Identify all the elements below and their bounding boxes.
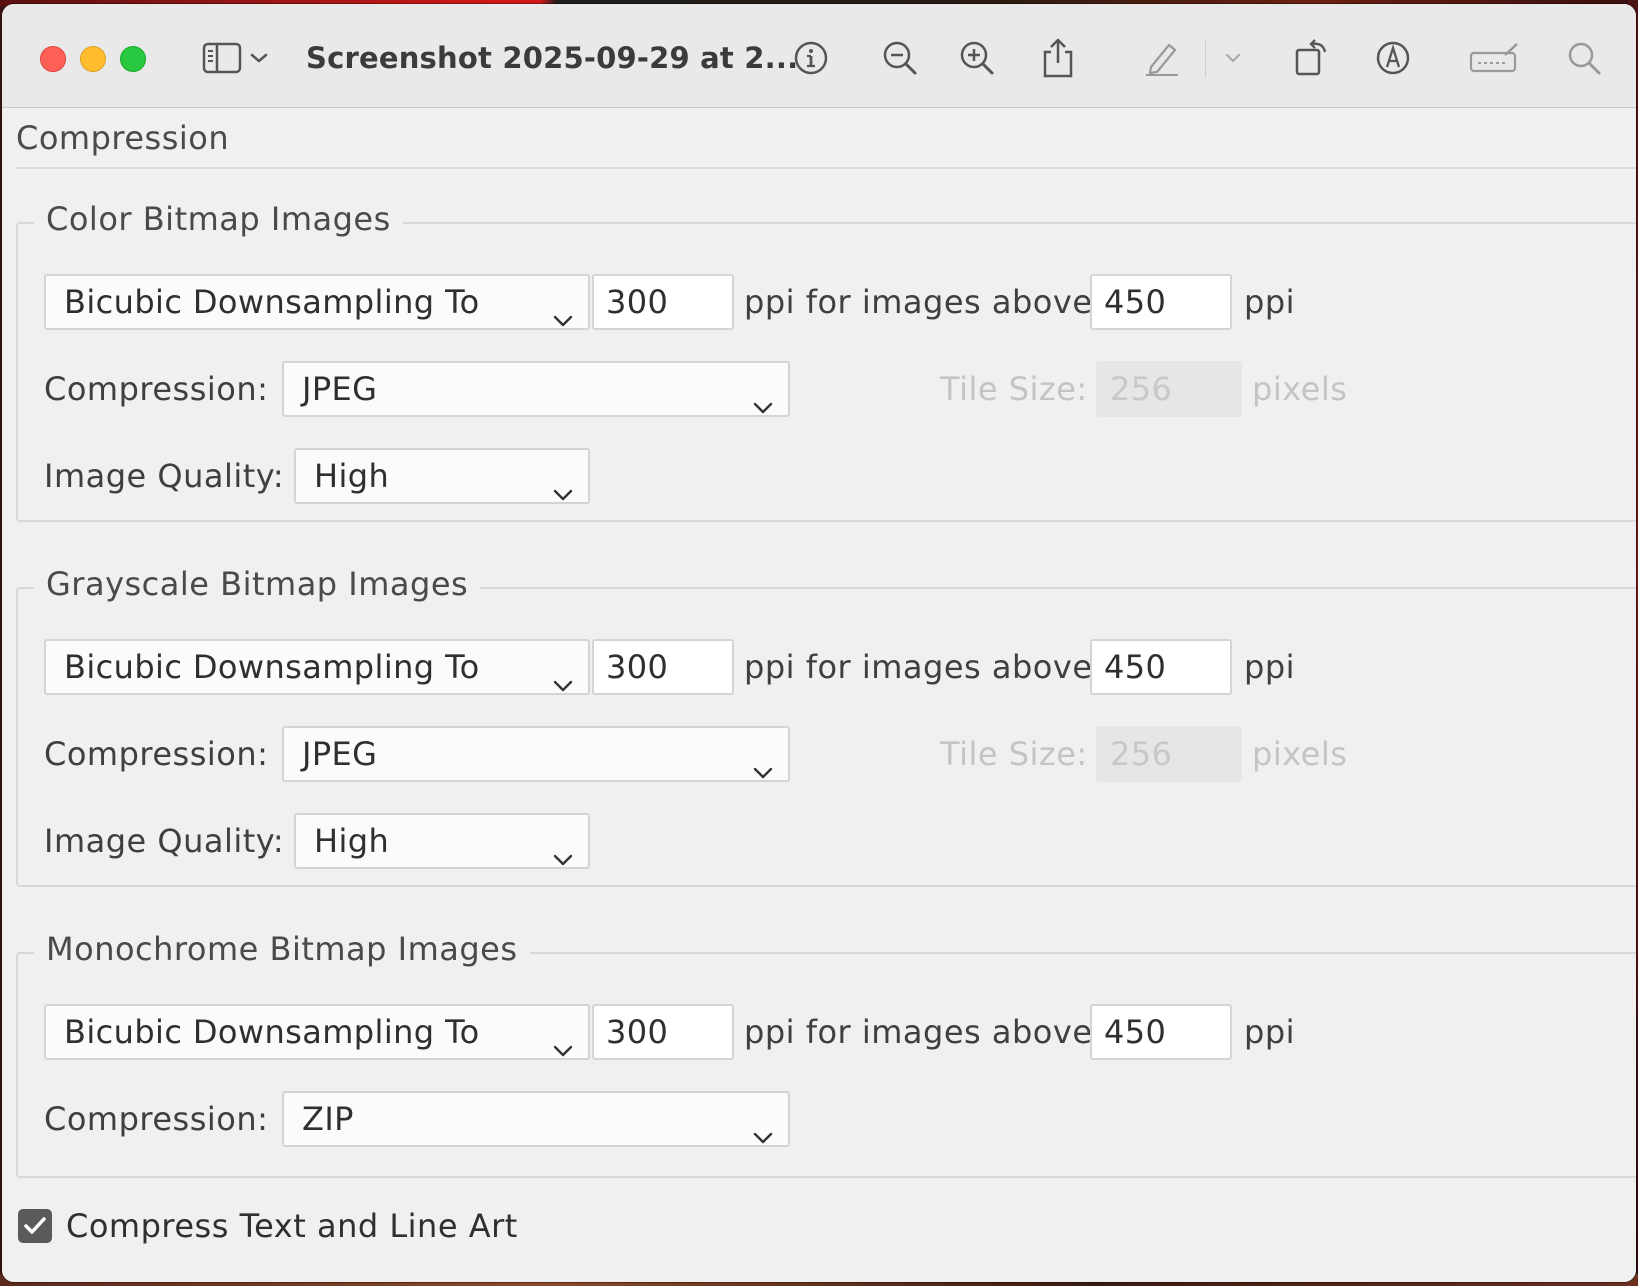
ppi-unit-label: ppi xyxy=(1244,283,1296,321)
ppi-unit-label: ppi xyxy=(1244,648,1296,686)
zoom-out-icon[interactable] xyxy=(876,34,924,82)
title-bar: Screenshot 2025-09-29 at 2... xyxy=(2,4,1636,108)
downsampling-select[interactable]: Bicubic Downsampling To xyxy=(44,1004,590,1060)
ppi-unit-label: ppi xyxy=(1244,1013,1296,1051)
search-icon[interactable] xyxy=(1560,34,1608,82)
group-title: Monochrome Bitmap Images xyxy=(34,930,530,968)
document-title[interactable]: Screenshot 2025-09-29 at 2... xyxy=(306,38,798,78)
compression-value: JPEG xyxy=(302,735,378,773)
image-quality-value: High xyxy=(314,457,390,495)
ppi-above-label: ppi for images above xyxy=(744,648,1093,686)
ppi-above-label: ppi for images above xyxy=(744,283,1093,321)
compression-value: ZIP xyxy=(302,1100,354,1138)
resolution-input[interactable]: 300 xyxy=(592,274,734,330)
monochrome-bitmap-group: Monochrome Bitmap Images Bicubic Downsam… xyxy=(16,930,1636,1178)
compression-label: Compression: xyxy=(44,370,269,408)
image-quality-label: Image Quality: xyxy=(44,457,285,495)
image-quality-select[interactable]: High xyxy=(294,448,590,504)
preview-window: Screenshot 2025-09-29 at 2... Compressio… xyxy=(2,4,1636,1282)
group-title: Grayscale Bitmap Images xyxy=(34,565,481,603)
signature-icon[interactable] xyxy=(1465,34,1525,82)
threshold-input[interactable]: 450 xyxy=(1090,1004,1232,1060)
compression-label: Compression: xyxy=(44,1100,269,1138)
chevron-down-icon xyxy=(552,1022,574,1058)
downsampling-select[interactable]: Bicubic Downsampling To xyxy=(44,639,590,695)
share-icon[interactable] xyxy=(1034,34,1082,82)
tile-unit-label: pixels xyxy=(1252,735,1348,773)
close-window-button[interactable] xyxy=(40,46,66,72)
chevron-down-icon xyxy=(752,379,774,415)
compression-select[interactable]: ZIP xyxy=(282,1091,790,1147)
downsampling-value: Bicubic Downsampling To xyxy=(64,1013,480,1051)
threshold-input[interactable]: 450 xyxy=(1090,639,1232,695)
compression-select[interactable]: JPEG xyxy=(282,726,790,782)
compression-select[interactable]: JPEG xyxy=(282,361,790,417)
group-title: Color Bitmap Images xyxy=(34,200,403,238)
image-quality-value: High xyxy=(314,822,390,860)
tile-size-input[interactable]: 256 xyxy=(1096,361,1242,417)
tile-size-label: Tile Size: xyxy=(940,370,1088,408)
tile-size-input[interactable]: 256 xyxy=(1096,726,1242,782)
grayscale-bitmap-group: Grayscale Bitmap Images Bicubic Downsamp… xyxy=(16,565,1636,887)
minimize-window-button[interactable] xyxy=(80,46,106,72)
compression-value: JPEG xyxy=(302,370,378,408)
chevron-down-icon xyxy=(552,466,574,502)
threshold-input[interactable]: 450 xyxy=(1090,274,1232,330)
color-bitmap-group: Color Bitmap Images Bicubic Downsampling… xyxy=(16,200,1636,522)
zoom-window-button[interactable] xyxy=(120,46,146,72)
sidebar-menu-chevron-down-icon[interactable] xyxy=(244,34,274,82)
chevron-down-icon xyxy=(552,657,574,693)
compression-panel: Compression Color Bitmap Images Bicubic … xyxy=(2,109,1636,1282)
chevron-down-icon xyxy=(752,744,774,780)
image-quality-select[interactable]: High xyxy=(294,813,590,869)
chevron-down-icon xyxy=(552,292,574,328)
compression-label: Compression: xyxy=(44,735,269,773)
tile-size-label: Tile Size: xyxy=(940,735,1088,773)
downsampling-value: Bicubic Downsampling To xyxy=(64,283,480,321)
downsampling-select[interactable]: Bicubic Downsampling To xyxy=(44,274,590,330)
resolution-input[interactable]: 300 xyxy=(592,639,734,695)
section-divider xyxy=(16,167,1636,169)
toolbar-separator xyxy=(1205,40,1206,78)
info-icon[interactable] xyxy=(787,34,835,82)
checkmark-icon xyxy=(24,1217,46,1234)
annotate-icon[interactable] xyxy=(1369,34,1417,82)
downsampling-value: Bicubic Downsampling To xyxy=(64,648,480,686)
chevron-down-icon xyxy=(752,1109,774,1145)
rotate-icon[interactable] xyxy=(1288,34,1336,82)
chevron-down-icon xyxy=(552,831,574,867)
resolution-input[interactable]: 300 xyxy=(592,1004,734,1060)
zoom-in-icon[interactable] xyxy=(953,34,1001,82)
tile-unit-label: pixels xyxy=(1252,370,1348,408)
compress-text-checkbox[interactable] xyxy=(18,1209,52,1243)
sidebar-icon[interactable] xyxy=(198,34,246,82)
compress-text-label[interactable]: Compress Text and Line Art xyxy=(66,1200,518,1252)
section-title: Compression xyxy=(16,119,230,157)
markup-menu-chevron-down-icon[interactable] xyxy=(1218,34,1248,82)
markup-pen-icon[interactable] xyxy=(1138,34,1186,82)
image-quality-label: Image Quality: xyxy=(44,822,285,860)
ppi-above-label: ppi for images above xyxy=(744,1013,1093,1051)
